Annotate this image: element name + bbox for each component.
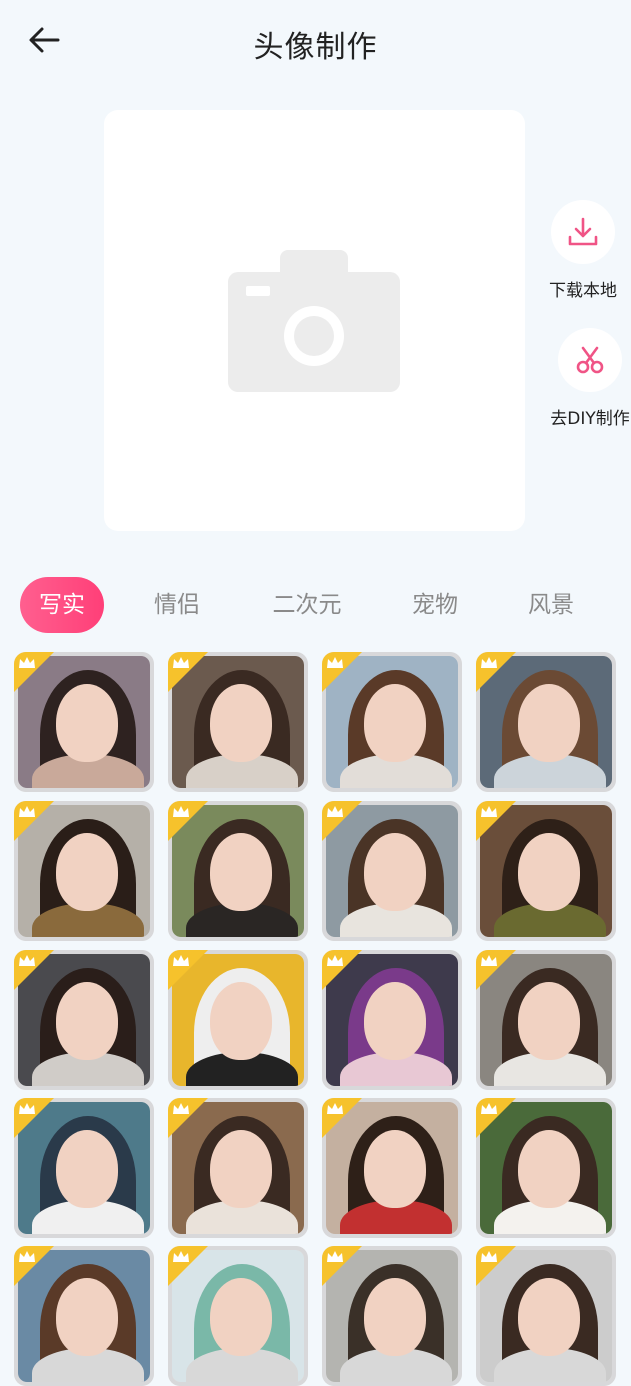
header-bar: 头像制作: [0, 0, 631, 84]
crown-icon: [19, 955, 35, 966]
crown-icon: [173, 806, 189, 817]
avatar-template-item[interactable]: [14, 801, 154, 941]
diy-make-label: 去DIY制作: [550, 409, 630, 429]
crown-icon: [481, 657, 497, 668]
avatar-template-item[interactable]: [168, 1098, 308, 1238]
download-local-button[interactable]: 下载本地: [541, 200, 625, 301]
crown-icon: [19, 806, 35, 817]
camera-icon: [228, 250, 400, 392]
avatar-template-item[interactable]: [14, 652, 154, 792]
tab-pets[interactable]: 宠物: [398, 577, 472, 633]
category-tabs: 写实 情侣 二次元 宠物 风景: [0, 577, 631, 633]
crown-icon: [481, 1103, 497, 1114]
avatar-template-item[interactable]: [476, 950, 616, 1090]
avatar-template-item[interactable]: [14, 1098, 154, 1238]
avatar-template-item[interactable]: [476, 1246, 616, 1386]
crown-icon: [173, 1103, 189, 1114]
crown-icon: [327, 657, 343, 668]
avatar-template-item[interactable]: [322, 652, 462, 792]
diy-make-button[interactable]: 去DIY制作: [549, 328, 631, 429]
avatar-template-item[interactable]: [476, 801, 616, 941]
avatar-template-item[interactable]: [14, 1246, 154, 1386]
page-title: 头像制作: [253, 30, 378, 65]
avatar-template-item[interactable]: [322, 950, 462, 1090]
avatar-template-item[interactable]: [168, 801, 308, 941]
crown-icon: [19, 1251, 35, 1262]
crown-icon: [481, 806, 497, 817]
tab-anime[interactable]: 二次元: [262, 577, 352, 633]
avatar-template-item[interactable]: [476, 652, 616, 792]
avatar-template-item[interactable]: [476, 1098, 616, 1238]
download-icon: [568, 217, 598, 246]
avatar-preview-area[interactable]: [104, 110, 525, 531]
crown-icon: [481, 955, 497, 966]
avatar-template-item[interactable]: [168, 652, 308, 792]
avatar-template-item[interactable]: [14, 950, 154, 1090]
avatar-template-item[interactable]: [322, 1246, 462, 1386]
crown-icon: [173, 657, 189, 668]
tab-couple[interactable]: 情侣: [140, 577, 214, 633]
crown-icon: [173, 1251, 189, 1262]
avatar-template-item[interactable]: [168, 950, 308, 1090]
avatar-template-item[interactable]: [322, 801, 462, 941]
crown-icon: [327, 1251, 343, 1262]
tab-scenery[interactable]: 风景: [514, 577, 588, 633]
crown-icon: [173, 955, 189, 966]
crown-icon: [327, 806, 343, 817]
avatar-template-item[interactable]: [168, 1246, 308, 1386]
crown-icon: [327, 1103, 343, 1114]
crown-icon: [327, 955, 343, 966]
tab-realistic[interactable]: 写实: [20, 577, 104, 633]
download-local-label: 下载本地: [549, 281, 617, 301]
scissors-icon: [576, 346, 604, 374]
crown-icon: [19, 657, 35, 668]
avatar-template-item[interactable]: [322, 1098, 462, 1238]
crown-icon: [19, 1103, 35, 1114]
crown-icon: [481, 1251, 497, 1262]
